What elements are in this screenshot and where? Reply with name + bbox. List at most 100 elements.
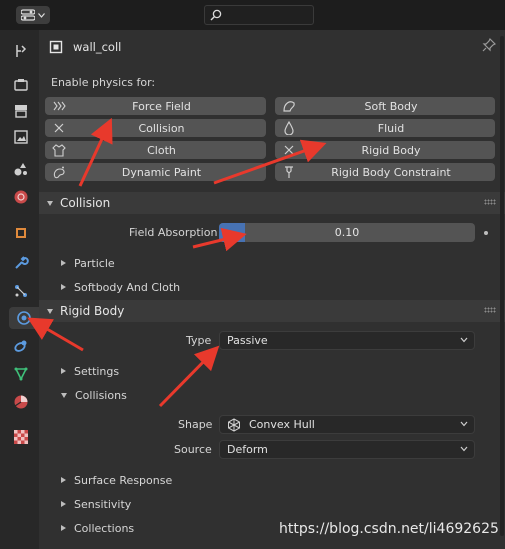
properties-tab-bar (0, 30, 39, 549)
shape-label: Shape (178, 418, 213, 431)
source-value: Deform (227, 443, 268, 456)
cloth-button[interactable]: Cloth (45, 141, 266, 159)
collections-subpanel[interactable]: Collections (61, 519, 134, 537)
rigid-body-label: Rigid Body (361, 143, 421, 157)
rigid-body-button[interactable]: Rigid Body (275, 141, 495, 159)
softbody-and-cloth-subpanel[interactable]: Softbody And Cloth (61, 278, 180, 296)
remove-x-icon (284, 145, 294, 155)
surface-response-subpanel[interactable]: Surface Response (61, 471, 172, 489)
collapsed-arrow-icon (61, 501, 66, 507)
shape-value: Convex Hull (249, 418, 315, 431)
source-dropdown[interactable]: Deform (219, 440, 475, 459)
constraints-tab[interactable] (9, 335, 33, 357)
fluid-button[interactable]: Fluid (275, 119, 495, 137)
expanded-arrow-icon (61, 392, 67, 398)
chevron-down-icon (460, 446, 468, 452)
object-name: wall_coll (73, 40, 122, 54)
rigid-body-panel-title: Rigid Body (60, 304, 125, 318)
data-icon (14, 367, 28, 381)
collapsed-arrow-icon (61, 284, 66, 290)
collisions-subpanel[interactable]: Collisions (61, 386, 127, 404)
chevron-down-icon (38, 12, 45, 18)
constraints-icon (14, 340, 27, 352)
search-icon (210, 9, 222, 21)
dynamic-paint-label: Dynamic Paint (121, 165, 202, 179)
type-label: Type (186, 334, 212, 347)
render-icon (14, 79, 28, 91)
rigid-body-constraint-button[interactable]: Rigid Body Constraint (275, 163, 495, 181)
drag-grip-icon[interactable] (484, 307, 496, 313)
rigid-body-panel-header[interactable]: Rigid Body (39, 300, 505, 322)
source-label: Source (174, 443, 212, 456)
field-absorption-slider[interactable]: 0.10 (219, 223, 475, 242)
force-field-icon (53, 101, 66, 111)
force-field-label: Force Field (132, 99, 191, 113)
remove-x-icon (54, 123, 64, 133)
view-layer-tab[interactable] (9, 126, 33, 148)
object-tab[interactable] (9, 222, 33, 244)
collision-panel-title: Collision (60, 196, 111, 210)
collision-label: Collision (138, 121, 185, 135)
particles-tab[interactable] (9, 280, 33, 302)
settings-label: Settings (74, 364, 120, 378)
field-absorption-value: 0.10 (334, 226, 360, 239)
physics-icon (17, 311, 31, 325)
material-tab[interactable] (9, 391, 33, 413)
animate-property-icon[interactable] (484, 231, 488, 235)
render-tab[interactable] (9, 74, 33, 96)
collapsed-arrow-icon (61, 368, 66, 374)
cloth-icon (52, 144, 66, 157)
fluid-icon (284, 121, 294, 135)
search-input[interactable] (204, 5, 314, 25)
modifier-tab[interactable] (9, 252, 33, 274)
surface-response-label: Surface Response (74, 473, 173, 487)
constraint-icon (285, 166, 293, 178)
scene-icon (14, 163, 27, 176)
watermark: https://blog.csdn.net/li4692625 (279, 521, 499, 537)
texture-icon (14, 430, 28, 444)
data-tab[interactable] (9, 363, 33, 385)
scene-tab[interactable] (9, 158, 33, 180)
pin-icon[interactable] (482, 38, 496, 52)
soft-body-button[interactable]: Soft Body (275, 97, 495, 115)
soft-body-icon (283, 101, 295, 112)
collisions-label: Collisions (75, 388, 127, 402)
world-tab[interactable] (9, 186, 33, 208)
expanded-arrow-icon (47, 200, 53, 206)
softbody-and-cloth-label: Softbody And Cloth (74, 280, 181, 294)
convex-hull-icon (228, 417, 240, 432)
properties-main: wall_coll Enable physics for: Force Fiel… (39, 30, 505, 549)
rigid-body-constraint-label: Rigid Body Constraint (331, 165, 451, 179)
sensitivity-label: Sensitivity (74, 497, 132, 511)
world-icon (14, 190, 28, 204)
output-icon (15, 105, 27, 118)
drag-grip-icon[interactable] (484, 199, 496, 205)
view-layer-icon (14, 130, 28, 144)
settings-subpanel[interactable]: Settings (61, 362, 119, 380)
material-icon (14, 395, 28, 409)
sensitivity-subpanel[interactable]: Sensitivity (61, 495, 131, 513)
collision-panel-header[interactable]: Collision (39, 192, 505, 214)
particle-subpanel[interactable]: Particle (61, 254, 115, 272)
tool-tab[interactable] (9, 40, 33, 62)
collapsed-arrow-icon (61, 477, 66, 483)
tool-icon (16, 45, 27, 57)
field-absorption-label: Field Absorption (129, 226, 218, 239)
dynamic-paint-button[interactable]: Dynamic Paint (45, 163, 266, 181)
scrollbar[interactable] (500, 36, 504, 536)
force-field-button[interactable]: Force Field (45, 97, 266, 115)
type-dropdown[interactable]: Passive (219, 331, 475, 350)
chevron-down-icon (460, 421, 468, 427)
collapsed-arrow-icon (61, 525, 66, 531)
type-value: Passive (227, 334, 268, 347)
physics-tab[interactable] (9, 307, 39, 329)
editor-type-button[interactable] (16, 6, 50, 24)
collision-button[interactable]: Collision (45, 119, 266, 137)
properties-header (0, 0, 505, 30)
texture-tab[interactable] (9, 426, 33, 448)
particle-label: Particle (74, 256, 115, 270)
cloth-label: Cloth (147, 143, 176, 157)
output-tab[interactable] (9, 100, 33, 122)
shape-dropdown[interactable]: Convex Hull (219, 415, 475, 434)
modifier-icon (15, 256, 29, 269)
